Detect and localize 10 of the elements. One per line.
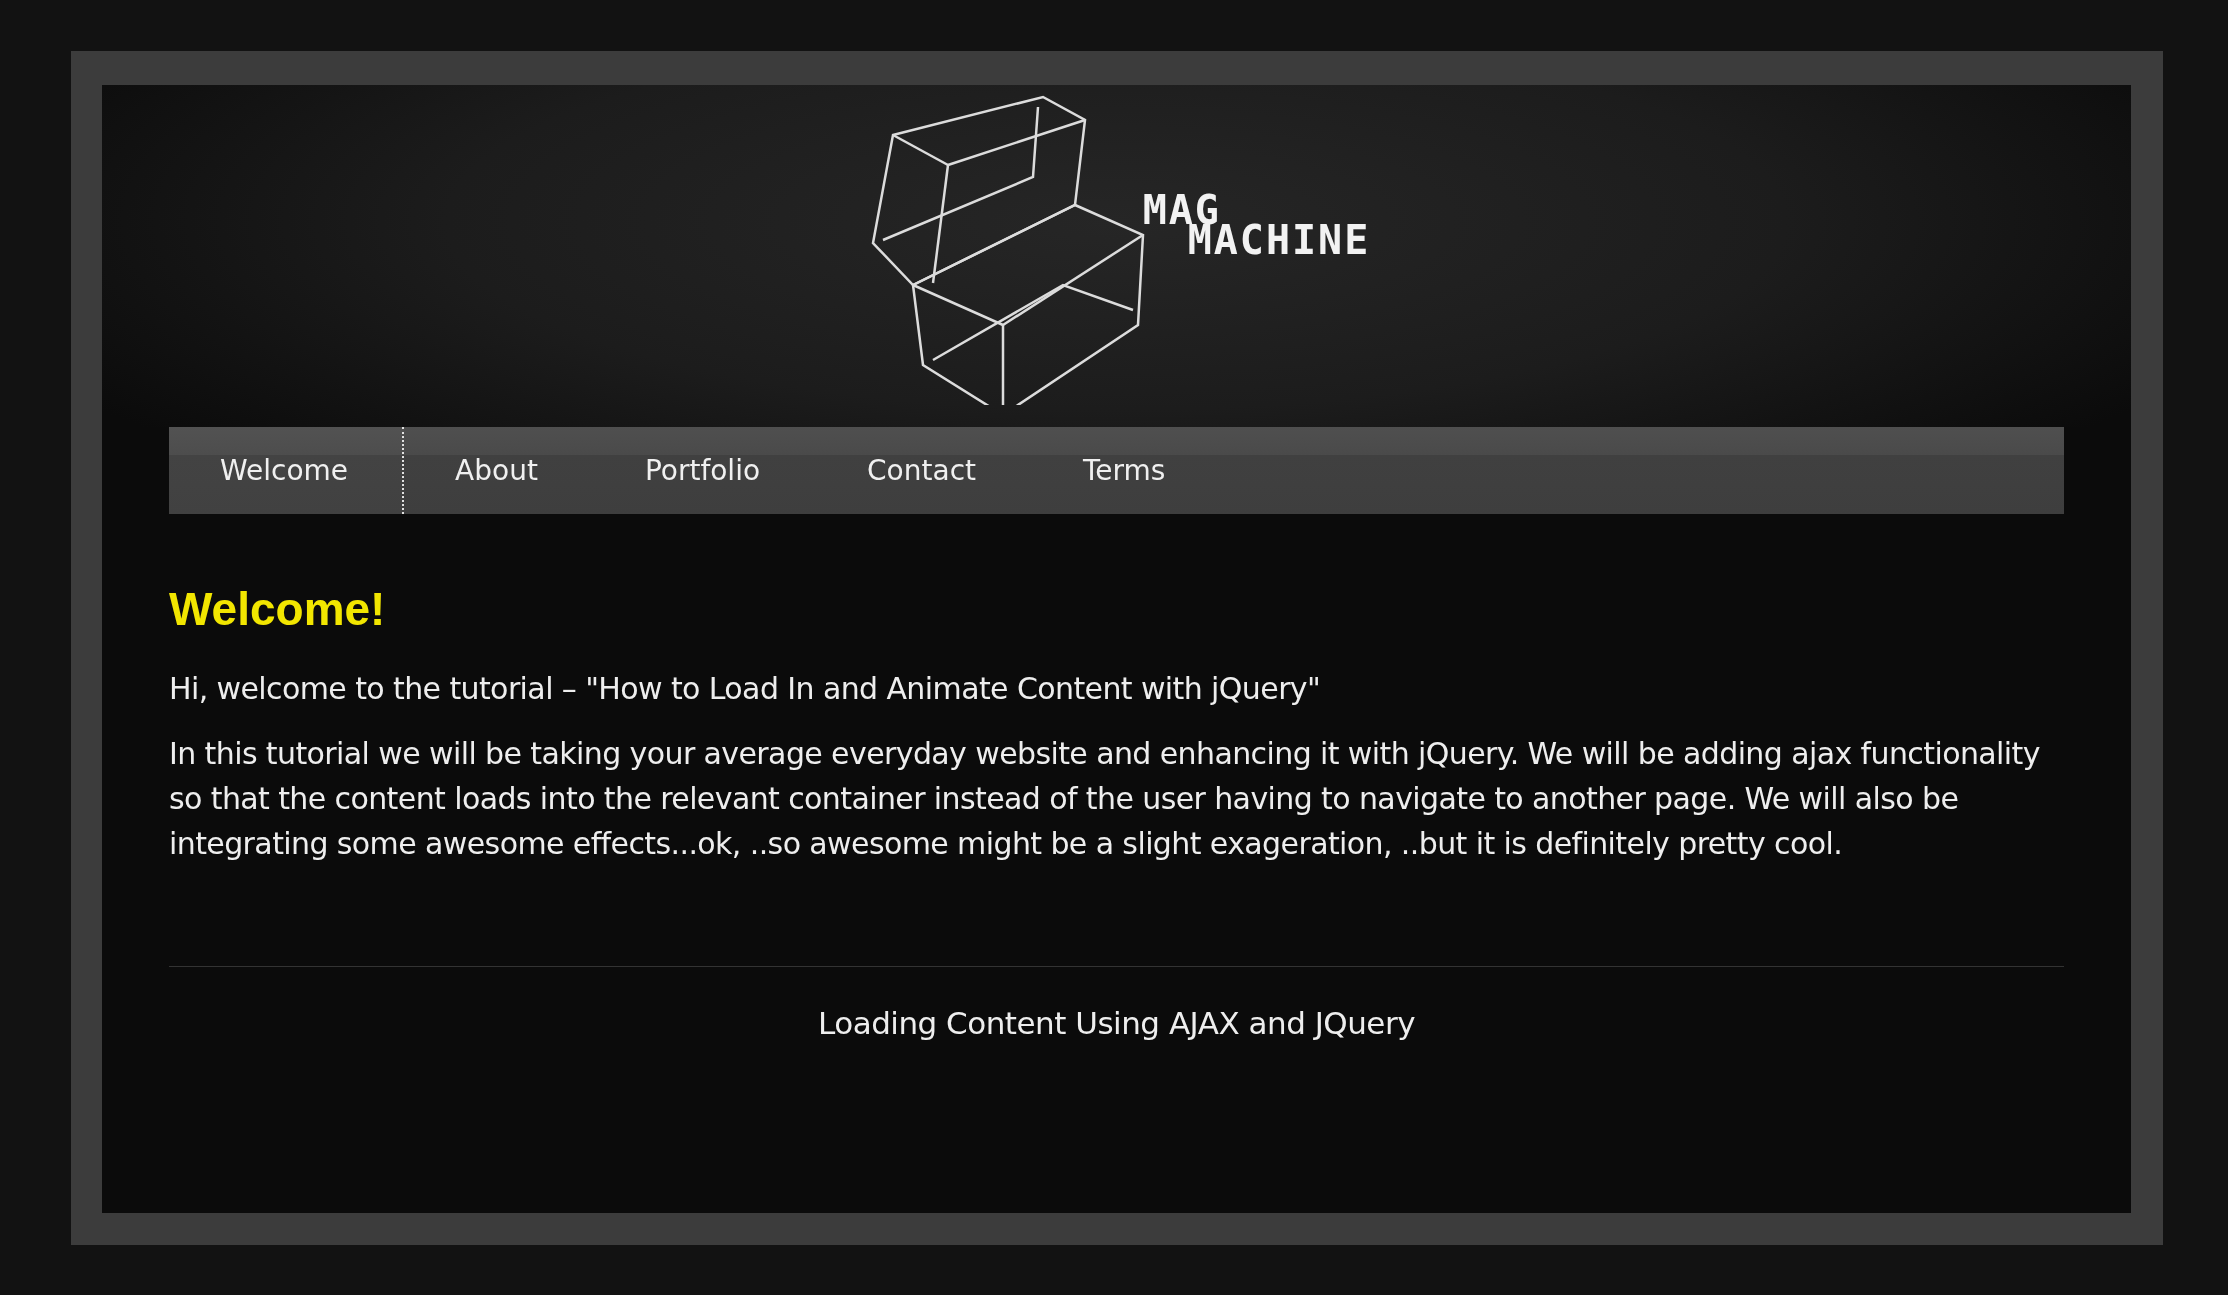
nav-link[interactable]: About <box>404 427 594 514</box>
page-heading: Welcome! <box>169 582 387 636</box>
nav-link[interactable]: Contact <box>816 427 1032 514</box>
logo-text: MAG <box>1142 195 1221 225</box>
paragraph: Hi, welcome to the tutorial – "How to Load In and Animate Content with jQuery" <box>169 670 1322 708</box>
footer-text: Loading Content Using AJAX and JQuery <box>817 1005 1416 1041</box>
nav-link[interactable]: Terms <box>1032 427 1222 514</box>
paragraph: In this tutorial we will be taking your average everyday website and enhancing it with jQuery. We will be adding ajax functionality so that the content loads into the relevant container instead of the user having to navigate to another page. We will also be integrating some awesome effects...ok, ..so awesome might be a slight exageration, ..but it is definitely pretty cool. <box>169 735 2041 863</box>
nav-link[interactable]: Portfolio <box>593 427 817 514</box>
logo-text: MACHINE <box>1187 225 1371 255</box>
